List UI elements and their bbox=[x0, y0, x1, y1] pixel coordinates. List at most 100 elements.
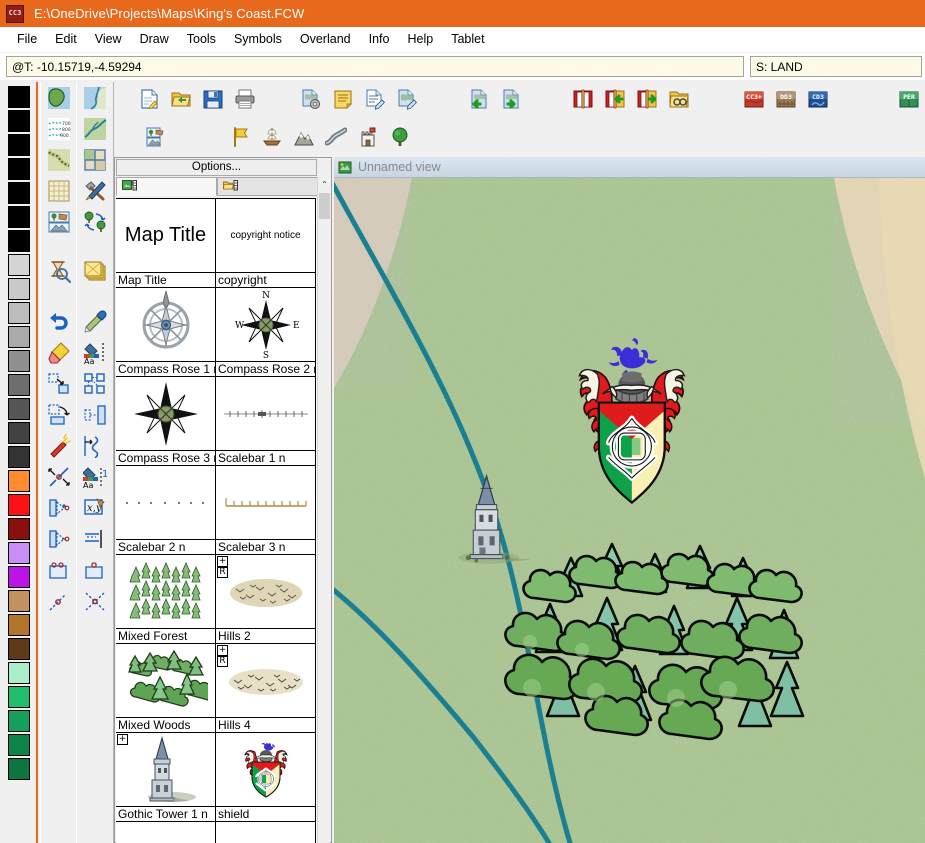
symbol-cell-map-title[interactable]: Map Title Map Title bbox=[116, 198, 216, 288]
color-swatch-20[interactable] bbox=[8, 566, 30, 588]
color-swatch-5[interactable] bbox=[8, 206, 30, 228]
zoom-window-tool[interactable] bbox=[44, 257, 74, 287]
color-swatch-19[interactable] bbox=[8, 542, 30, 564]
menu-tools[interactable]: Tools bbox=[178, 29, 225, 49]
symbols-in-map-button[interactable] bbox=[141, 122, 171, 152]
symbol-cell-scalebar-2[interactable]: Scalebar 2 n bbox=[116, 465, 216, 555]
color-swatch-27[interactable] bbox=[8, 734, 30, 756]
color-swatch-25[interactable] bbox=[8, 686, 30, 708]
symbol-cell-blank-2[interactable] bbox=[215, 821, 316, 843]
color-swatch-10[interactable] bbox=[8, 326, 30, 348]
symbol-panel-scrollbar[interactable]: ⌃ bbox=[317, 177, 330, 843]
color-swatch-22[interactable] bbox=[8, 614, 30, 636]
per-button[interactable]: PER bbox=[894, 84, 924, 114]
symbol-rotate-tool[interactable] bbox=[80, 207, 110, 237]
color-swatch-28[interactable] bbox=[8, 758, 30, 780]
color-swatch-16[interactable] bbox=[8, 470, 30, 492]
array-copy-tool[interactable] bbox=[80, 369, 110, 399]
color-swatch-12[interactable] bbox=[8, 374, 30, 396]
color-swatch-23[interactable] bbox=[8, 638, 30, 660]
color-swatch-18[interactable] bbox=[8, 518, 30, 540]
symbol-cell-mixed-forest[interactable]: Mixed Forest bbox=[116, 554, 216, 644]
menu-info[interactable]: Info bbox=[360, 29, 399, 49]
menu-overland[interactable]: Overland bbox=[291, 29, 360, 49]
symbol-cell-copyright[interactable]: copyright notice copyright bbox=[215, 198, 316, 288]
edge-node-tool[interactable] bbox=[80, 555, 110, 585]
tree-symbol-button[interactable] bbox=[385, 122, 415, 152]
symbol-cell-compass-rose-3[interactable]: Compass Rose 3 n bbox=[116, 376, 216, 466]
symbol-cell-scalebar-3[interactable]: Scalebar 3 n bbox=[215, 465, 316, 555]
previous-map-button[interactable] bbox=[464, 84, 494, 114]
eyedropper-tool[interactable] bbox=[80, 307, 110, 337]
sheets-tool[interactable] bbox=[80, 257, 110, 287]
symbol-cell-gothic-tower[interactable]: + Gothic Tower 1 n bbox=[116, 732, 216, 822]
open-map-button[interactable] bbox=[166, 84, 196, 114]
menu-tablet[interactable]: Tablet bbox=[442, 29, 493, 49]
color-swatch-13[interactable] bbox=[8, 398, 30, 420]
menu-help[interactable]: Help bbox=[398, 29, 442, 49]
color-swatch-7[interactable] bbox=[8, 254, 30, 276]
erase-tool[interactable] bbox=[44, 338, 74, 368]
mountain-symbol-button[interactable] bbox=[289, 122, 319, 152]
coastline-tool[interactable] bbox=[80, 83, 110, 113]
map-marker-symbol-button[interactable] bbox=[225, 122, 255, 152]
road-tool[interactable] bbox=[44, 145, 74, 175]
river-symbol-button[interactable] bbox=[321, 122, 351, 152]
symbol-cell-scalebar-1[interactable]: Scalebar 1 n bbox=[215, 376, 316, 466]
catalog-next-button[interactable] bbox=[632, 84, 662, 114]
save-map-button[interactable] bbox=[198, 84, 228, 114]
menu-draw[interactable]: Draw bbox=[131, 29, 178, 49]
menu-symbols[interactable]: Symbols bbox=[225, 29, 291, 49]
scroll-up-button[interactable]: ⌃ bbox=[318, 177, 331, 192]
tab-open-catalog[interactable] bbox=[217, 177, 318, 196]
arrow-path-tool[interactable] bbox=[80, 431, 110, 461]
color-swatch-26[interactable] bbox=[8, 710, 30, 732]
trim-tool[interactable] bbox=[44, 586, 74, 616]
symbol-cell-compass-rose-1[interactable]: Compass Rose 1 n bbox=[116, 287, 216, 377]
symbol-cell-hills-4[interactable]: + R Hills 4 bbox=[215, 643, 316, 733]
place-symbol-tool[interactable] bbox=[44, 207, 74, 237]
color-swatch-0[interactable] bbox=[8, 86, 30, 108]
color-swatch-2[interactable] bbox=[8, 134, 30, 156]
color-swatch-11[interactable] bbox=[8, 350, 30, 372]
menu-file[interactable]: File bbox=[8, 29, 46, 49]
notes-button[interactable] bbox=[328, 84, 358, 114]
color-swatch-1[interactable] bbox=[8, 110, 30, 132]
symbol-cell-blank-1[interactable] bbox=[116, 821, 216, 843]
color-swatch-17[interactable] bbox=[8, 494, 30, 516]
map-canvas[interactable] bbox=[334, 178, 925, 843]
tab-symbols-in-drawing[interactable] bbox=[116, 177, 217, 196]
tools-hammer-tool[interactable] bbox=[80, 176, 110, 206]
move-tool[interactable] bbox=[44, 400, 74, 430]
terrain-fill-tool[interactable] bbox=[80, 145, 110, 175]
node-edit-tool[interactable] bbox=[44, 555, 74, 585]
color-swatch-8[interactable] bbox=[8, 278, 30, 300]
command-input[interactable]: @T: -10.15719,-4.59294 bbox=[6, 56, 744, 77]
symbol-cell-shield[interactable]: shield bbox=[215, 732, 316, 822]
catalog-button[interactable] bbox=[568, 84, 598, 114]
color-swatch-21[interactable] bbox=[8, 590, 30, 612]
symbol-options-button[interactable]: Options... bbox=[116, 159, 317, 176]
symbol-cell-mixed-woods[interactable]: Mixed Woods bbox=[116, 643, 216, 733]
drawing-properties-button[interactable] bbox=[296, 84, 326, 114]
scrollbar-thumb[interactable] bbox=[319, 193, 330, 219]
ship-symbol-button[interactable] bbox=[257, 122, 287, 152]
cc3plus-button[interactable]: CC3+ bbox=[739, 84, 769, 114]
next-map-button[interactable] bbox=[496, 84, 526, 114]
color-swatch-15[interactable] bbox=[8, 446, 30, 468]
color-swatch-9[interactable] bbox=[8, 302, 30, 324]
cd3-button[interactable]: CD3 bbox=[803, 84, 833, 114]
align-tool[interactable] bbox=[80, 524, 110, 554]
intersect-tool[interactable] bbox=[80, 586, 110, 616]
explode-tool[interactable] bbox=[44, 431, 74, 461]
color-swatch-14[interactable] bbox=[8, 422, 30, 444]
coordinates-tool[interactable]: x,y bbox=[80, 493, 110, 523]
symbol-cell-compass-rose-2[interactable]: N W E S Compass Rose 2 n bbox=[215, 287, 316, 377]
draw-landmass-tool[interactable] bbox=[44, 83, 74, 113]
color-swatch-24[interactable] bbox=[8, 662, 30, 684]
mirror-tool[interactable] bbox=[80, 400, 110, 430]
menu-edit[interactable]: Edit bbox=[46, 29, 86, 49]
grid-overlay-tool[interactable] bbox=[44, 176, 74, 206]
contours-tool[interactable]: 700. 800. 900. bbox=[44, 114, 74, 144]
castle-symbol-button[interactable] bbox=[353, 122, 383, 152]
